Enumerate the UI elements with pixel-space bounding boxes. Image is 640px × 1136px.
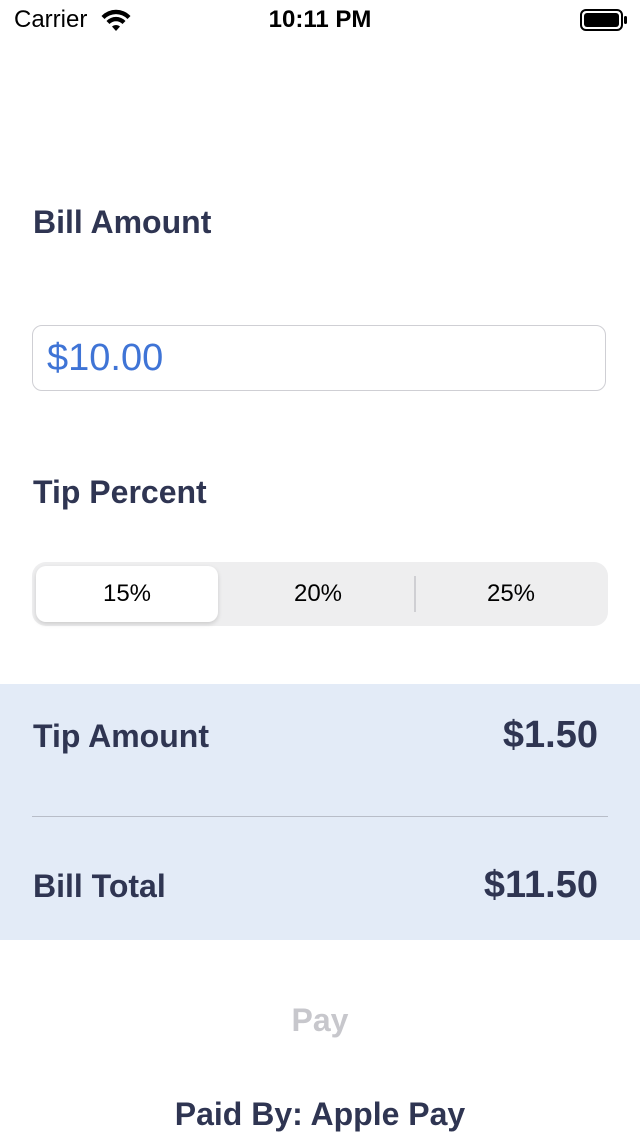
tip-percent-label: Tip Percent bbox=[33, 474, 207, 510]
tip-amount-label: Tip Amount bbox=[33, 718, 209, 754]
status-time: 10:11 PM bbox=[268, 6, 372, 33]
totals-panel: Tip Amount $1.50 Bill Total $11.50 bbox=[0, 684, 640, 940]
totals-divider bbox=[32, 816, 608, 817]
pay-button[interactable]: Pay bbox=[0, 1002, 640, 1039]
tip-amount-value: $1.50 bbox=[502, 714, 598, 756]
bill-amount-input[interactable] bbox=[32, 325, 606, 391]
battery-icon bbox=[580, 9, 627, 31]
tip-option-20[interactable]: 20% bbox=[227, 566, 409, 622]
tip-option-25[interactable]: 25% bbox=[420, 566, 602, 622]
status-bar: Carrier 10:11 PM bbox=[0, 0, 640, 40]
bill-total-label: Bill Total bbox=[33, 868, 166, 904]
bill-amount-label: Bill Amount bbox=[33, 204, 212, 240]
tip-percent-segmented-control: 15% 20% 25% bbox=[32, 562, 608, 626]
paid-by-label: Paid By: Apple Pay bbox=[174, 1096, 466, 1132]
bill-total-value: $11.50 bbox=[483, 864, 598, 906]
tip-option-15[interactable]: 15% bbox=[36, 566, 218, 622]
segment-divider bbox=[414, 576, 416, 612]
